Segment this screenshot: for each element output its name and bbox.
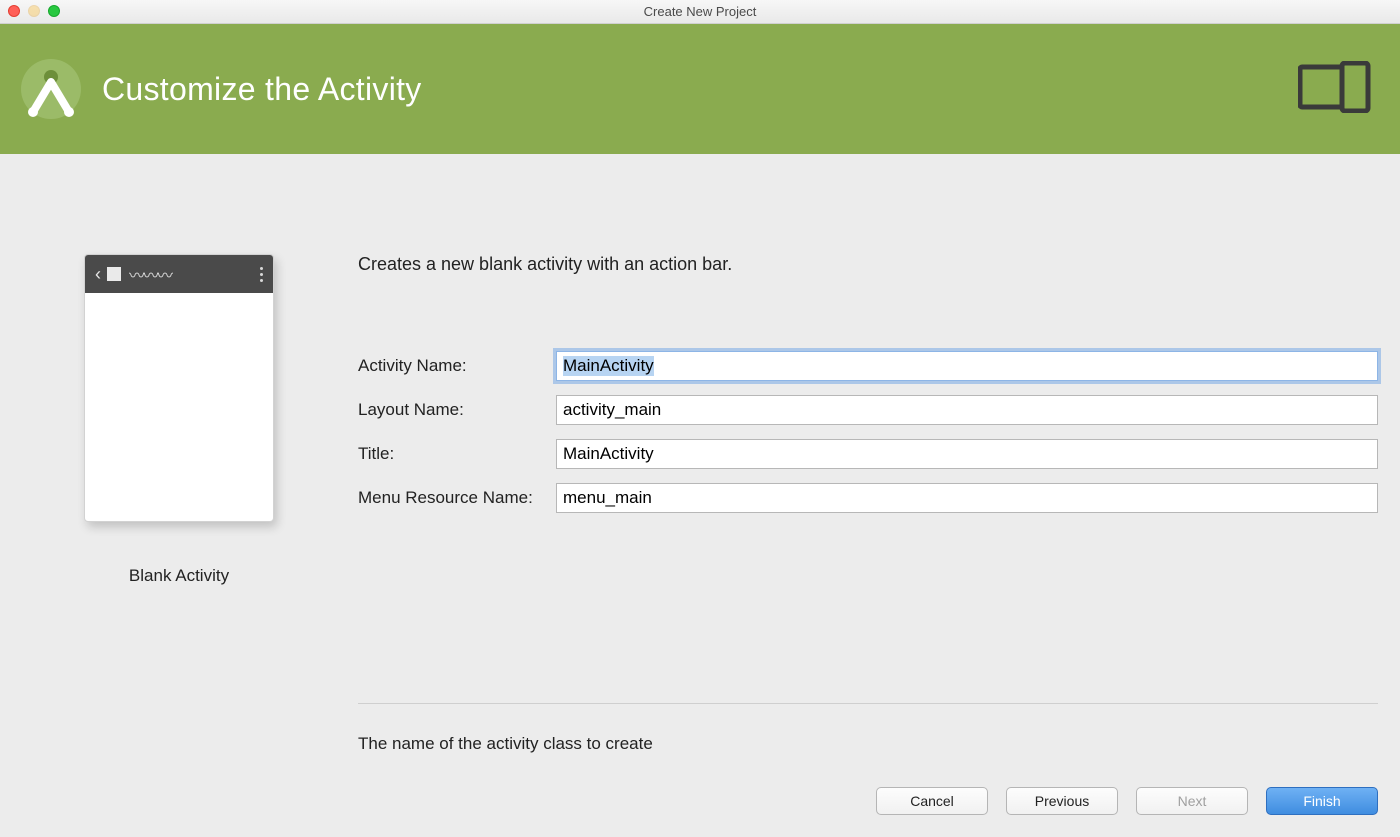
next-button: Next: [1136, 787, 1248, 815]
window-title: Create New Project: [644, 4, 757, 19]
wizard-header: Customize the Activity: [0, 24, 1400, 154]
window-titlebar: Create New Project: [0, 0, 1400, 24]
layout-name-input[interactable]: [556, 395, 1378, 425]
menu-resource-input[interactable]: [556, 483, 1378, 513]
zoom-window-button[interactable]: [48, 5, 60, 17]
title-input[interactable]: [556, 439, 1378, 469]
app-icon-placeholder: [107, 267, 121, 281]
wizard-title: Customize the Activity: [102, 71, 422, 108]
form-factor-icon: [1298, 61, 1372, 118]
separator: [358, 703, 1378, 704]
minimize-window-button[interactable]: [28, 5, 40, 17]
wizard-body: ‹ 〰〰〰 Blank Activity Creates a new blank…: [0, 154, 1400, 837]
activity-template-name: Blank Activity: [129, 566, 229, 586]
preview-action-bar: ‹ 〰〰〰: [85, 255, 273, 293]
layout-name-label: Layout Name:: [358, 400, 556, 420]
field-hint: The name of the activity class to create: [358, 734, 1378, 754]
title-placeholder-icon: 〰〰〰: [129, 262, 171, 286]
title-row: Title:: [358, 439, 1378, 469]
title-label: Title:: [358, 444, 556, 464]
activity-preview: ‹ 〰〰〰: [84, 254, 274, 522]
window-controls: [8, 5, 60, 17]
template-description: Creates a new blank activity with an act…: [358, 254, 1378, 275]
finish-button[interactable]: Finish: [1266, 787, 1378, 815]
menu-resource-label: Menu Resource Name:: [358, 488, 556, 508]
overflow-menu-icon: [260, 267, 263, 282]
android-studio-logo-icon: [18, 56, 84, 122]
activity-preview-pane: ‹ 〰〰〰 Blank Activity: [0, 154, 358, 837]
cancel-button[interactable]: Cancel: [876, 787, 988, 815]
menu-resource-row: Menu Resource Name:: [358, 483, 1378, 513]
activity-name-label: Activity Name:: [358, 356, 556, 376]
previous-button[interactable]: Previous: [1006, 787, 1118, 815]
wizard-button-row: Cancel Previous Next Finish: [876, 787, 1378, 815]
activity-name-input[interactable]: [556, 351, 1378, 381]
close-window-button[interactable]: [8, 5, 20, 17]
layout-name-row: Layout Name:: [358, 395, 1378, 425]
activity-name-row: Activity Name:: [358, 351, 1378, 381]
form-pane: Creates a new blank activity with an act…: [358, 154, 1400, 837]
back-chevron-icon: ‹: [95, 264, 101, 285]
